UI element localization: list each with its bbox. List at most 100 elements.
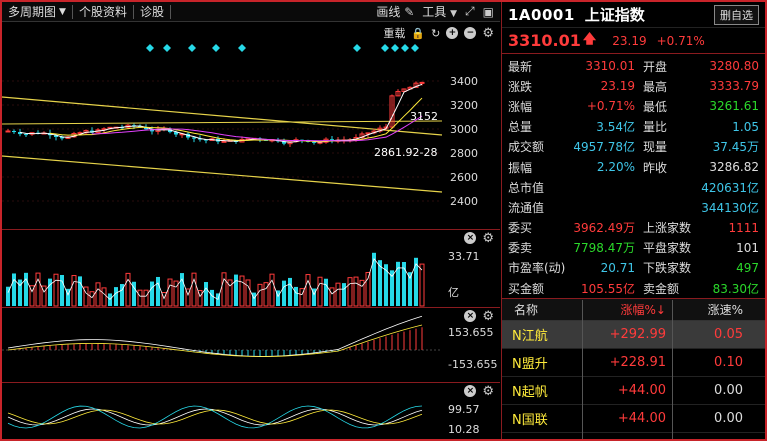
draw-label: 画线 xyxy=(376,5,401,19)
stat-value: 4957.78亿 xyxy=(573,140,635,155)
volume-top-value: 33.71 xyxy=(448,250,480,263)
list-divider xyxy=(672,300,673,439)
stat-value: 3.54亿 xyxy=(596,120,635,135)
stat-value: 37.45万 xyxy=(712,140,759,155)
col-percent[interactable]: 涨幅%↓ xyxy=(582,301,672,318)
arrow-up-icon: 🡅 xyxy=(582,31,597,47)
volume-bar xyxy=(317,276,323,307)
volume-bar xyxy=(257,283,263,307)
tools-label: 工具 xyxy=(422,5,447,19)
stat-row: 振幅 2.20% 昨收 3286.82 xyxy=(502,157,765,177)
stat-label: 市盈率(动) xyxy=(508,261,566,276)
y-tick-2400: 2400 xyxy=(450,195,478,208)
stat-value: 23.19 xyxy=(600,79,635,94)
stat-label: 委卖 xyxy=(508,241,533,256)
stat-row: 最新 3310.01 开盘 3280.80 xyxy=(502,56,765,76)
col-speed[interactable]: 涨速% xyxy=(672,301,765,318)
stat-label: 振幅 xyxy=(508,160,533,175)
chevron-down-icon: ▼ xyxy=(59,6,66,17)
item-speed: 0.00 xyxy=(714,383,743,398)
diagnose-tab[interactable]: 诊股 xyxy=(134,2,170,22)
volume-bar xyxy=(101,287,107,307)
stat-value: 7798.47万 xyxy=(573,241,635,256)
stat-value: 3280.80 xyxy=(709,59,759,74)
volume-bar xyxy=(353,276,359,307)
stat-row: 委卖 7798.47万 平盘家数 101 xyxy=(502,238,765,258)
item-name: N盟升 xyxy=(512,357,548,372)
volume-bar xyxy=(342,283,346,306)
kline-chart[interactable] xyxy=(1,23,500,229)
volume-bar xyxy=(324,278,328,306)
candle-body xyxy=(221,140,227,143)
stat-label: 最低 xyxy=(643,99,668,114)
tools-menu[interactable]: 工具 ▼ xyxy=(422,3,457,20)
kdj-chart[interactable] xyxy=(2,383,500,440)
draw-line-button[interactable]: 画线 ✎ xyxy=(376,3,414,20)
volume-bar xyxy=(53,273,59,307)
list-item[interactable]: N起帆 +44.00 0.00 xyxy=(502,377,765,405)
item-percent: +292.99 xyxy=(609,327,666,342)
window-mode-icon[interactable]: ▣ xyxy=(483,5,494,19)
chevron-down-icon: ▼ xyxy=(450,9,458,19)
volume-bar xyxy=(269,273,275,307)
volume-bar xyxy=(35,272,41,307)
stat-row: 总量 3.54亿 量比 1.05 xyxy=(502,117,765,137)
period-label: 多周期图 xyxy=(8,4,57,19)
volume-bar xyxy=(288,277,292,306)
fullscreen-icon[interactable]: ⤢ xyxy=(465,4,475,19)
stat-row: 流通值 344130亿 xyxy=(502,197,765,217)
col-name[interactable]: 名称 xyxy=(502,301,582,318)
stock-info-tab[interactable]: 个股资料 xyxy=(73,2,133,22)
price-percent: +0.71% xyxy=(656,33,705,48)
signal-diamond-icon xyxy=(238,44,246,52)
stat-value: 3310.01 xyxy=(585,59,635,74)
stat-label: 委买 xyxy=(508,221,533,236)
stat-label: 成交额 xyxy=(508,140,545,155)
chart-toolbar: 多周期图 ▼ 个股资料 诊股 画线 ✎ 工具 ▼ ⤢ ▣ xyxy=(2,2,500,22)
stat-label: 涨跌 xyxy=(508,79,533,94)
candle-body xyxy=(12,130,16,133)
item-speed: 0.00 xyxy=(714,411,743,426)
kline-panel: 重载 🔒 ↻ + − ⚙ 3400 3200 3000 2800 2600 24… xyxy=(1,23,500,229)
list-item[interactable]: N盟升 +228.91 0.10 xyxy=(502,349,765,377)
stat-row: 涨幅 +0.71% 最低 3261.61 xyxy=(502,96,765,116)
stat-value: +0.71% xyxy=(586,99,635,114)
volume-bar xyxy=(48,278,52,306)
volume-bar xyxy=(221,272,227,307)
stat-value: 344130亿 xyxy=(701,200,759,215)
volume-bar xyxy=(347,277,353,307)
price-row: 3310.01 🡅 23.19 +0.71% xyxy=(502,28,765,54)
price-change: 23.19 xyxy=(612,33,647,48)
stat-row: 买金额 105.55亿 卖金额 83.30亿 xyxy=(502,278,765,298)
stat-label: 昨收 xyxy=(643,160,668,175)
quote-header: 1A0001 上证指数 删自选 xyxy=(502,2,765,28)
item-speed: 0.05 xyxy=(714,327,743,342)
volume-bar xyxy=(204,282,208,306)
macd-bottom-value: -153.655 xyxy=(448,358,498,371)
period-menu[interactable]: 多周期图 ▼ xyxy=(2,2,72,22)
stat-label: 总市值 xyxy=(508,180,545,195)
stat-row: 涨跌 23.19 最高 3333.79 xyxy=(502,76,765,96)
stat-row: 委买 3962.49万 上涨家数 1111 xyxy=(502,218,765,238)
j-line xyxy=(7,405,423,429)
remove-watchlist-button[interactable]: 删自选 xyxy=(714,4,759,25)
macd-chart[interactable] xyxy=(2,308,500,383)
list-item[interactable]: N江航 +292.99 0.05 xyxy=(502,321,765,349)
quote-stats: 最新 3310.01 开盘 3280.80 涨跌 23.19 最高 3333.79 涨幅 +0.7… xyxy=(502,54,765,299)
stat-label: 平盘家数 xyxy=(643,241,692,256)
y-tick-3400: 3400 xyxy=(450,75,478,88)
volume-bar xyxy=(252,292,256,306)
stat-label: 流通值 xyxy=(508,200,545,215)
candle-body xyxy=(24,134,28,136)
list-divider xyxy=(582,300,583,439)
trend-line xyxy=(1,155,443,193)
stat-value: 420631亿 xyxy=(701,180,759,195)
quote-panel: 1A0001 上证指数 删自选 3310.01 🡅 23.19 +0.71% 最… xyxy=(501,2,765,439)
item-speed: 0.10 xyxy=(714,355,743,370)
volume-chart[interactable] xyxy=(2,230,500,308)
stat-value: 3286.82 xyxy=(709,160,759,175)
signal-diamond-icon xyxy=(391,44,399,52)
list-item[interactable]: N国联 +44.00 0.00 xyxy=(502,405,765,433)
volume-bar xyxy=(282,280,286,306)
volume-bar xyxy=(167,278,173,307)
